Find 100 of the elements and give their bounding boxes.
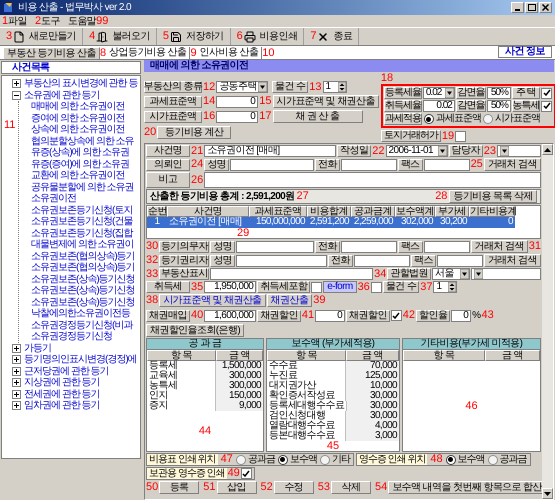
column-header[interactable]: 항 목 bbox=[403, 350, 485, 361]
dropdown[interactable] bbox=[497, 145, 541, 157]
tree-item[interactable]: 소유권보존(상속)등기신청 bbox=[31, 296, 135, 308]
text-field[interactable] bbox=[424, 158, 470, 170]
checkbox[interactable] bbox=[541, 88, 552, 98]
calculate-button[interactable]: 등기비용 계산 bbox=[157, 126, 232, 139]
text-field[interactable]: 0.02 bbox=[422, 100, 455, 112]
spinner-field[interactable]: 1 bbox=[433, 281, 458, 293]
column-header[interactable]: 보수액계 bbox=[395, 206, 435, 217]
tree-item[interactable]: 근저당권에 관한 등기 bbox=[24, 366, 109, 377]
text-field[interactable] bbox=[340, 240, 397, 252]
calculate-button[interactable]: 시가표준액 및 채권산출 bbox=[272, 95, 379, 108]
expand-icon[interactable] bbox=[12, 390, 21, 399]
tree-item[interactable]: 낙찰에의한소유권이전등 bbox=[31, 308, 130, 320]
text-field[interactable] bbox=[204, 172, 541, 188]
tree-item[interactable]: 소유권에 관한 등기 bbox=[24, 90, 100, 101]
column-header[interactable]: 과세표준액 bbox=[249, 206, 307, 217]
search-button[interactable]: 거래처 검색 bbox=[470, 240, 528, 253]
tree-item[interactable]: 소유권보존(협의상속)등기 bbox=[31, 250, 135, 262]
toolbar-button[interactable]: 비용인쇄 bbox=[260, 29, 298, 44]
radio-option[interactable]: 시가표준액 bbox=[482, 114, 540, 124]
tree-item[interactable]: 임차권에 관한 등기 bbox=[24, 400, 100, 412]
radio-option[interactable]: 보수액 bbox=[278, 454, 317, 464]
column-header[interactable]: 공과금계 bbox=[351, 206, 395, 217]
checkbox[interactable] bbox=[370, 282, 382, 292]
checkbox[interactable] bbox=[390, 310, 402, 321]
column-header[interactable]: 기타비용계 bbox=[469, 206, 515, 217]
action-button[interactable]: 등록 bbox=[159, 481, 200, 494]
dropdown[interactable]: 서울 bbox=[432, 268, 470, 280]
checkbox[interactable] bbox=[240, 468, 252, 479]
tree-item[interactable]: 유증(상속)에 의한 소유권 bbox=[31, 147, 130, 158]
text-field[interactable] bbox=[236, 240, 314, 252]
expand-icon[interactable] bbox=[12, 355, 21, 364]
table-row[interactable]: 1 소유권이전 [매매] 150,000,000 2,591,200 2,259,000 302,000 30,200 0 bbox=[147, 217, 515, 228]
tree-item[interactable]: 소유권보존등기신청(토지 bbox=[31, 204, 132, 216]
radio-option[interactable]: 과세표준액 bbox=[424, 114, 481, 124]
action-button[interactable]: 수정 bbox=[274, 481, 314, 494]
collapse-icon[interactable] bbox=[12, 90, 21, 100]
spinner-field[interactable]: 1 bbox=[322, 81, 346, 93]
tree-item[interactable]: 소유권이전 bbox=[31, 193, 76, 204]
minimize-button[interactable] bbox=[511, 2, 524, 13]
column-header[interactable]: 금 액 bbox=[346, 350, 399, 361]
radio-option[interactable]: 공과금 bbox=[236, 454, 275, 464]
text-field[interactable]: 50% bbox=[486, 87, 511, 99]
tree-item[interactable]: 매매에 의한 소유권이전 bbox=[31, 101, 125, 112]
text-field[interactable] bbox=[230, 158, 314, 170]
column-header[interactable]: 순번 bbox=[147, 206, 167, 217]
expand-icon[interactable] bbox=[12, 366, 21, 376]
tab[interactable]: 부동산 등기비용 산출 bbox=[3, 47, 100, 59]
tree-item[interactable]: 협의분할상속에 의한 소유 bbox=[31, 136, 134, 147]
menu-item[interactable]: 도구 bbox=[41, 16, 60, 26]
text-field[interactable] bbox=[436, 254, 483, 266]
case-info-button[interactable]: 사건 정보 bbox=[498, 46, 552, 58]
tree-item[interactable]: 소유권보존등기신청(건물 bbox=[31, 216, 132, 228]
column-header[interactable]: 비용합계 bbox=[307, 206, 351, 217]
text-field[interactable] bbox=[424, 240, 470, 252]
tree-item[interactable]: 소유권보존(협의상속)등기 bbox=[31, 262, 135, 274]
tree-item[interactable]: 지상권에 관한 등기 bbox=[24, 377, 100, 388]
column-header[interactable]: 항 목 bbox=[267, 350, 346, 361]
tree-item[interactable]: 소유권경정등기신청 bbox=[31, 331, 112, 342]
checkbox[interactable] bbox=[311, 282, 322, 292]
tree-item[interactable]: 공유물분할에 의한 소유권 bbox=[31, 182, 134, 193]
scrollbar[interactable] bbox=[542, 144, 553, 499]
text-field[interactable]: 0 bbox=[216, 96, 258, 108]
tree-item[interactable]: 대물변제에 의한 소유권이 bbox=[31, 239, 134, 250]
expand-icon[interactable] bbox=[12, 344, 21, 353]
dropdown[interactable]: 공동주택 bbox=[216, 81, 268, 93]
bond-button[interactable]: 채 권 산 출 bbox=[272, 110, 362, 123]
column-header[interactable]: 금 액 bbox=[216, 350, 263, 361]
text-field[interactable]: 0 bbox=[451, 310, 472, 322]
toolbar-button[interactable]: 불러오기 bbox=[112, 29, 150, 44]
text-field[interactable] bbox=[210, 268, 374, 280]
column-header[interactable]: 사건명 bbox=[167, 206, 249, 217]
action-button[interactable]: 삽입 bbox=[216, 481, 256, 494]
tree-item[interactable]: 등기명의인표시변경(경정)에 bbox=[24, 354, 137, 366]
close-button[interactable] bbox=[539, 2, 552, 13]
tree-item[interactable]: 소유권보존(상속)등기신청 bbox=[31, 274, 135, 285]
text-field[interactable]: 1,950,000 bbox=[204, 281, 256, 293]
tree-item[interactable]: 증여에 의한 소유권이전 bbox=[31, 112, 125, 124]
search-button[interactable]: 거래처 검색 bbox=[484, 254, 541, 267]
menu-item[interactable]: 도움말 bbox=[68, 16, 96, 26]
toolbar-button[interactable]: 새로만들기 bbox=[29, 29, 76, 44]
checkbox[interactable] bbox=[541, 100, 552, 112]
tree-item[interactable]: 교환에 의한 소유권이전 bbox=[31, 170, 125, 182]
toolbar-button[interactable]: 종료 bbox=[333, 29, 352, 44]
column-header[interactable]: 항 목 bbox=[147, 350, 216, 361]
tree-item[interactable]: 상속에 의한 소유권이전 bbox=[31, 124, 125, 136]
text-field[interactable]: 50% bbox=[486, 100, 511, 112]
expand-icon[interactable] bbox=[12, 378, 21, 388]
tree-item[interactable]: 유증(증여)에 의한 소유권 bbox=[31, 158, 130, 170]
delete-list-button[interactable]: 등기비용 목록 삭제 bbox=[449, 190, 537, 203]
expand-icon[interactable] bbox=[12, 79, 21, 88]
text-field[interactable]: 0 bbox=[315, 310, 346, 322]
expand-icon[interactable] bbox=[12, 401, 21, 410]
text-field[interactable] bbox=[340, 158, 397, 170]
checkbox[interactable] bbox=[455, 130, 466, 142]
radio-option[interactable]: 기타 bbox=[320, 454, 350, 464]
menu-item[interactable]: 파일 bbox=[8, 16, 27, 26]
text-field[interactable] bbox=[236, 254, 328, 266]
tree-item[interactable]: 가등기 bbox=[24, 342, 51, 354]
